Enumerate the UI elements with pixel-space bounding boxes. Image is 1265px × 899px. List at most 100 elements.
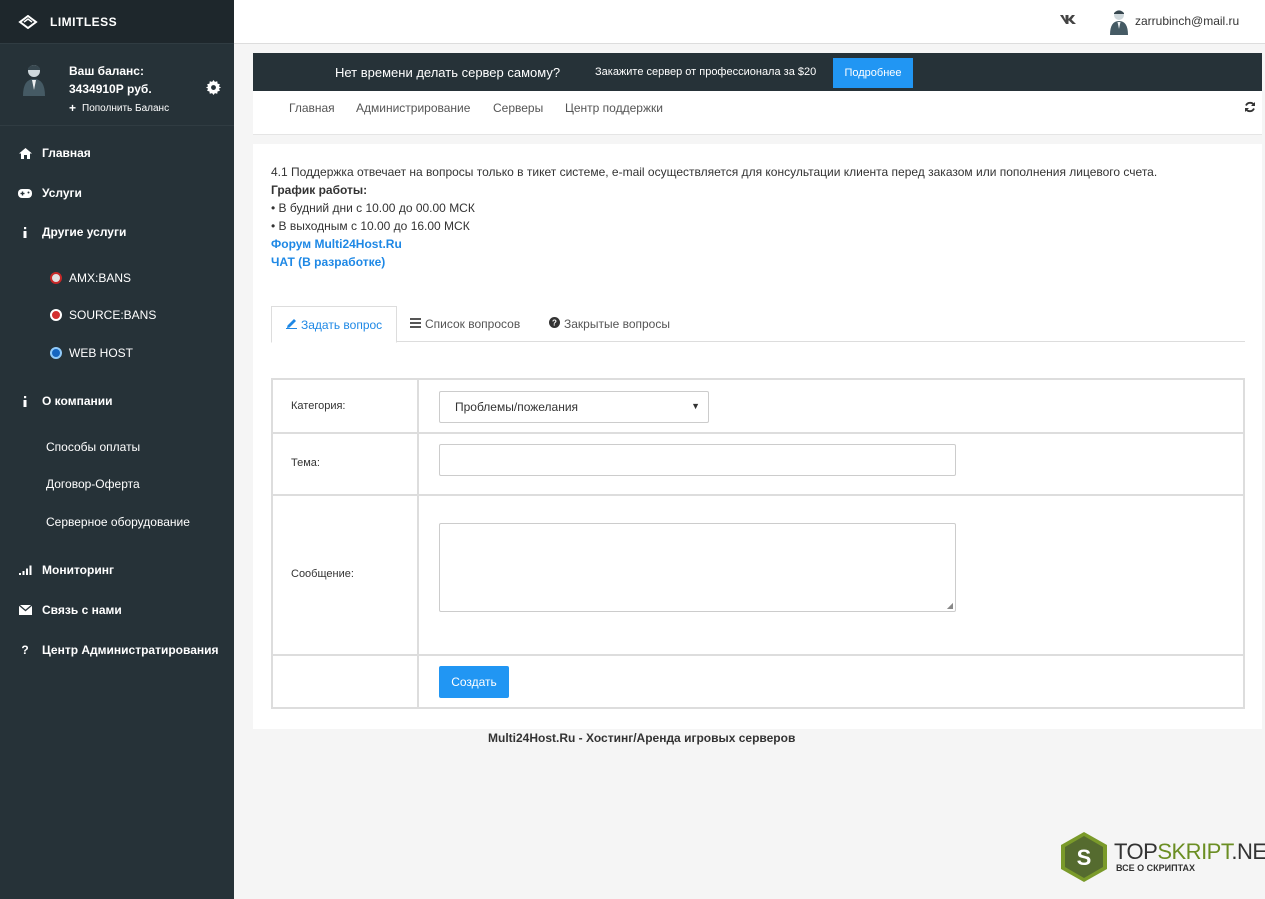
form-row-category: Категория: Проблемы/пожелания ▼ (273, 380, 1243, 434)
refresh-icon[interactable] (1244, 101, 1256, 116)
sidebar-sub-payment[interactable]: Способы оплаты (46, 440, 140, 454)
sidebar-item-label: Центр Администратирования (42, 643, 219, 657)
topup-link[interactable]: + Пополнить Баланс (69, 101, 169, 115)
sidebar-sub-hardware[interactable]: Серверное оборудование (46, 515, 190, 529)
schedule-title: График работы: (271, 183, 368, 197)
sidebar-sub-webhost[interactable]: WEB HOST (50, 346, 133, 360)
topup-label: Пополнить Баланс (82, 102, 170, 114)
category-select[interactable]: Проблемы/пожелания ▼ (439, 391, 709, 423)
topskript-watermark: S TOPSKRIPT.NET ВСЕ О СКРИПТАХ (1058, 831, 1265, 885)
form-label-cell: Сообщение: (273, 496, 419, 654)
sidebar-item-admin-center[interactable]: ? Центр Администратирования (0, 641, 234, 659)
info-icon (18, 226, 32, 238)
plus-icon: + (69, 101, 77, 115)
sidebar-item-label: Другие услуги (42, 225, 127, 239)
user-avatar-icon (23, 65, 45, 96)
subject-label: Тема: (291, 457, 320, 469)
sidebar-sub-label: SOURCE:BANS (69, 308, 157, 322)
forum-link[interactable]: Форум Multi24Host.Ru (271, 235, 1157, 253)
info-icon (18, 395, 32, 407)
schedule-weekdays: • В будний дни с 10.00 до 00.00 МСК (271, 201, 475, 215)
amx-icon (50, 272, 62, 284)
sidebar-item-label: О компании (42, 394, 113, 408)
watermark-tagline: ВСЕ О СКРИПТАХ (1116, 863, 1196, 873)
tab-ask-question[interactable]: Задать вопрос (271, 306, 398, 343)
promo-more-button[interactable]: Подробнее (833, 58, 913, 88)
user-email[interactable]: zarrubinch@mail.ru (1135, 14, 1239, 28)
question-icon: ? (21, 643, 29, 657)
subnav-servers[interactable]: Серверы (493, 101, 543, 115)
tab-label: Задать вопрос (301, 317, 383, 332)
gamepad-icon (18, 188, 32, 198)
list-icon (410, 317, 421, 331)
caret-down-icon: ▼ (691, 401, 700, 411)
vk-icon[interactable] (1060, 13, 1076, 28)
watermark-title-part: SKRIPT (1157, 839, 1232, 864)
sidebar-item-about[interactable]: О компании (0, 392, 234, 410)
form-row-subject: Тема: (273, 434, 1243, 496)
brand[interactable]: LIMITLESS (0, 0, 234, 44)
promo-headline: Нет времени делать сервер самому? (335, 65, 561, 80)
sidebar-sub-contract[interactable]: Договор-Оферта (46, 477, 140, 491)
sidebar: LIMITLESS Ваш баланс: 3434910Р руб. + По… (0, 0, 234, 899)
section-separator (253, 135, 1262, 144)
watermark-title-part: .NET (1231, 839, 1265, 864)
tab-label: Закрытые вопросы (564, 317, 670, 331)
sidebar-item-services[interactable]: Услуги (0, 184, 234, 202)
form-row-message: Сообщение: ◢ (273, 496, 1243, 656)
chat-link[interactable]: ЧАТ (В разработке) (271, 253, 1157, 271)
subnav-home[interactable]: Главная (289, 101, 335, 115)
sidebar-sub-amx[interactable]: AMX:BANS (50, 271, 131, 285)
balance-value: 3434910Р руб. (69, 82, 152, 96)
sidebar-item-label: Связь с нами (42, 603, 122, 617)
sidebar-sub-label: AMX:BANS (69, 271, 132, 285)
webhost-icon (50, 347, 62, 359)
envelope-icon (18, 605, 32, 615)
sidebar-item-home[interactable]: Главная (0, 144, 234, 162)
watermark-title-part: TOP (1114, 839, 1158, 864)
schedule-weekends: • В выходным с 10.00 до 16.00 МСК (271, 219, 470, 233)
info-line: 4.1 Поддержка отвечает на вопросы только… (271, 165, 1158, 179)
promo-banner: Нет времени делать сервер самому? Закажи… (253, 53, 1262, 91)
balance-label: Ваш баланс: (69, 64, 144, 78)
topskript-logo-icon: S (1061, 832, 1107, 882)
topbar: zarrubinch@mail.ru (234, 0, 1265, 44)
sidebar-item-monitoring[interactable]: Мониторинг (0, 561, 234, 579)
sub-navigation: Главная Администрирование Серверы Центр … (253, 91, 1262, 135)
support-info: 4.1 Поддержка отвечает на вопросы только… (271, 163, 1157, 271)
form-label-cell: Категория: (273, 380, 419, 432)
create-button[interactable]: Создать (439, 666, 509, 698)
home-icon (18, 147, 32, 159)
watermark-title: TOPSKRIPT.NET (1114, 839, 1265, 865)
form-row-submit: Создать (273, 656, 1243, 707)
subnav-administration[interactable]: Администрирование (356, 101, 470, 115)
sourcebans-icon (50, 309, 62, 321)
settings-gear-icon[interactable] (206, 80, 221, 95)
form-label-cell (273, 656, 419, 707)
category-label: Категория: (291, 400, 346, 412)
svg-text:?: ? (552, 319, 557, 328)
watermark-letter: S (1077, 845, 1092, 870)
sidebar-item-contact[interactable]: Связь с нами (0, 601, 234, 619)
resize-grip-icon[interactable]: ◢ (947, 601, 953, 610)
sidebar-item-label: Главная (42, 146, 91, 160)
user-avatar-icon[interactable] (1108, 8, 1130, 36)
subnav-support-center[interactable]: Центр поддержки (565, 101, 663, 115)
sidebar-sub-source[interactable]: SOURCE:BANS (50, 308, 156, 322)
footer-text: Multi24Host.Ru - Хостинг/Аренда игровых … (488, 731, 796, 745)
ticket-form: Категория: Проблемы/пожелания ▼ Тема: Со… (271, 378, 1245, 709)
tab-label: Список вопросов (425, 317, 521, 331)
tab-closed-questions[interactable]: ? Закрытые вопросы (535, 306, 684, 342)
question-circle-icon: ? (549, 317, 560, 331)
limitless-logo-icon (18, 14, 38, 29)
sidebar-item-label: Мониторинг (42, 563, 114, 577)
main-panel: Нет времени делать сервер самому? Закажи… (253, 53, 1262, 729)
message-textarea[interactable]: ◢ (439, 523, 956, 612)
brand-name: LIMITLESS (50, 14, 118, 29)
subject-input[interactable] (439, 444, 956, 476)
user-card: Ваш баланс: 3434910Р руб. + Пополнить Ба… (0, 44, 234, 126)
sidebar-item-other-services[interactable]: Другие услуги (0, 223, 234, 241)
tab-question-list[interactable]: Список вопросов (396, 306, 534, 342)
signal-bars-icon (18, 565, 32, 575)
ticket-tabs: Задать вопрос Список вопросов ? Закрытые… (271, 306, 1245, 343)
